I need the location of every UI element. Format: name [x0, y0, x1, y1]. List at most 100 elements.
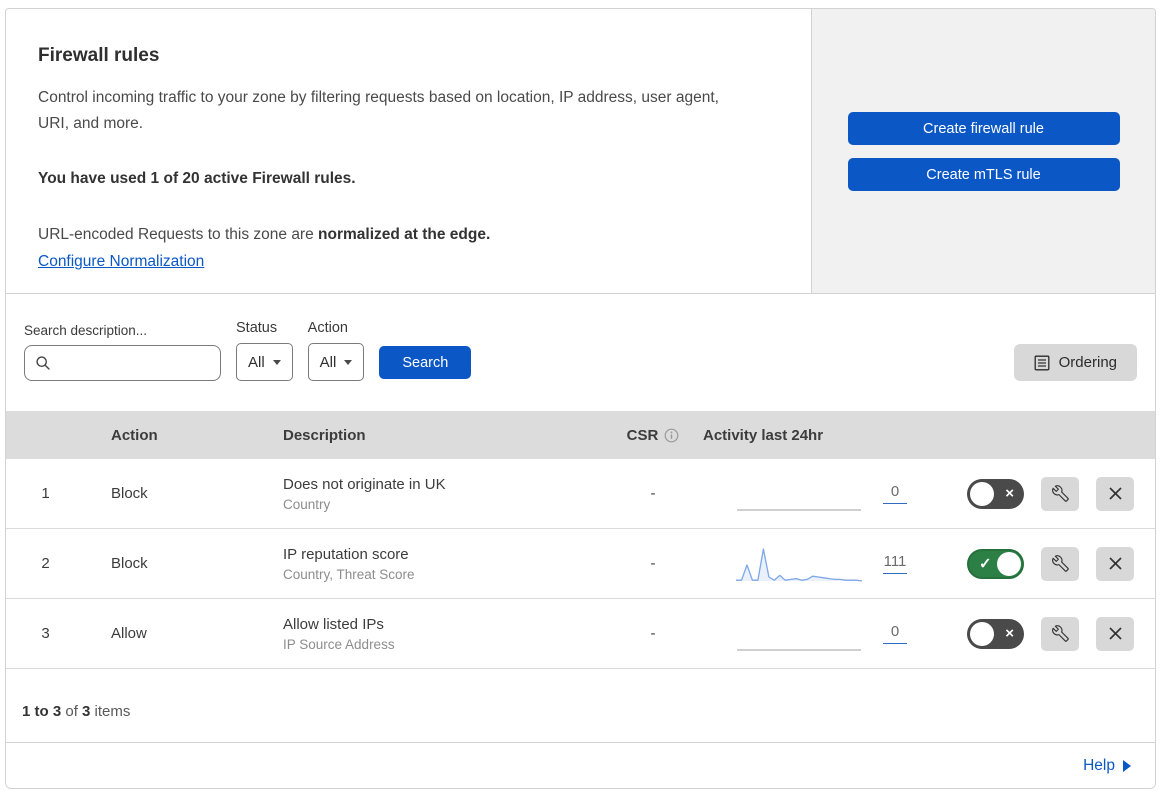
- edit-rule-button[interactable]: [1041, 476, 1079, 511]
- chevron-down-icon: [344, 359, 353, 365]
- rule-csr-value: -: [650, 555, 656, 572]
- rule-controls: ×: [943, 476, 1155, 511]
- status-filter-group: Status All: [236, 320, 293, 381]
- activity-sparkline: [735, 614, 863, 654]
- delete-rule-button[interactable]: [1096, 546, 1134, 581]
- items-total: 3: [82, 703, 91, 720]
- create-mtls-rule-button[interactable]: Create mTLS rule: [847, 158, 1120, 191]
- help-link[interactable]: Help: [1083, 757, 1115, 775]
- normalization-bold: normalized at the edge.: [318, 226, 491, 244]
- ordering-button[interactable]: Ordering: [1013, 344, 1137, 381]
- rule-description: IP reputation score: [283, 545, 409, 563]
- toggle-knob: [997, 551, 1021, 576]
- table-row: 3 Allow Allow listed IPs IP Source Addre…: [6, 599, 1155, 669]
- cta-panel: Create firewall rule Create mTLS rule: [812, 9, 1155, 293]
- caret-right-icon: [1123, 759, 1131, 772]
- rule-enabled-toggle[interactable]: ×: [967, 618, 1024, 649]
- rule-action: Block: [111, 485, 148, 502]
- help-bar: Help: [6, 742, 1155, 788]
- rule-fields: IP Source Address: [283, 636, 395, 652]
- activity-column-header: Activity last 24hr: [703, 426, 824, 444]
- status-label: Status: [236, 320, 278, 336]
- delete-rule-button[interactable]: [1096, 616, 1134, 651]
- rule-controls: ×: [943, 616, 1155, 651]
- activity-count-link[interactable]: 111: [883, 553, 907, 574]
- rule-priority: 1: [41, 485, 50, 502]
- activity-sparkline: [735, 474, 863, 514]
- rule-description-cell: Allow listed IPs IP Source Address: [283, 616, 603, 652]
- rule-csr-value: -: [650, 485, 656, 502]
- intro-panel: Firewall rules Control incoming traffic …: [6, 9, 812, 293]
- intro-description: Control incoming traffic to your zone by…: [38, 89, 719, 133]
- delete-rule-button[interactable]: [1096, 476, 1134, 511]
- toggle-knob: [970, 621, 994, 646]
- toggle-state-icon: ✓: [979, 555, 992, 573]
- rule-priority: 3: [41, 625, 50, 642]
- chevron-down-icon: [272, 359, 281, 365]
- rule-priority: 2: [41, 555, 50, 572]
- edit-rule-button[interactable]: [1041, 546, 1079, 581]
- rule-activity-cell: 111: [703, 544, 943, 584]
- description-column-header: Description: [283, 426, 366, 444]
- configure-normalization-link[interactable]: Configure Normalization: [38, 253, 204, 270]
- status-select[interactable]: All: [236, 343, 293, 381]
- items-range: 1 to 3: [22, 703, 62, 720]
- of-text: of: [61, 703, 83, 720]
- ordering-button-label: Ordering: [1058, 354, 1117, 371]
- rule-action: Block: [111, 555, 148, 572]
- filter-bar: Search description... Status All Action …: [6, 294, 1155, 411]
- rule-fields: Country, Threat Score: [283, 566, 415, 582]
- toggle-knob: [970, 481, 994, 506]
- wrench-icon: [1051, 555, 1069, 572]
- normalization-note: URL-encoded Requests to this zone are no…: [38, 222, 750, 248]
- rule-description: Allow listed IPs: [283, 615, 384, 633]
- wrench-icon: [1051, 625, 1069, 642]
- search-button[interactable]: Search: [379, 346, 472, 379]
- activity-count-link[interactable]: 0: [883, 623, 907, 644]
- csr-column-header: CSR: [603, 427, 703, 444]
- close-icon: [1108, 556, 1123, 571]
- action-label: Action: [307, 320, 348, 336]
- usage-summary: You have used 1 of 20 active Firewall ru…: [38, 169, 356, 187]
- rule-description-cell: IP reputation score Country, Threat Scor…: [283, 546, 603, 582]
- rule-description-cell: Does not originate in UK Country: [283, 476, 603, 512]
- close-icon: [1108, 486, 1123, 501]
- edit-rule-button[interactable]: [1041, 616, 1079, 651]
- search-label: Search description...: [24, 323, 148, 338]
- header-section: Firewall rules Control incoming traffic …: [6, 9, 1155, 294]
- toggle-state-icon: ×: [1005, 484, 1014, 502]
- action-filter-group: Action All: [307, 320, 365, 381]
- table-row: 1 Block Does not originate in UK Country…: [6, 459, 1155, 529]
- action-select[interactable]: All: [307, 343, 365, 381]
- action-column-header: Action: [111, 426, 158, 444]
- search-input[interactable]: [57, 354, 210, 372]
- rule-action: Allow: [111, 625, 147, 642]
- rule-controls: ✓: [943, 546, 1155, 581]
- close-icon: [1108, 626, 1123, 641]
- wrench-icon: [1051, 485, 1069, 502]
- normalization-prefix: URL-encoded Requests to this zone are: [38, 226, 319, 244]
- search-group: Search description...: [24, 323, 221, 381]
- rule-activity-cell: 0: [703, 614, 943, 654]
- table-row: 2 Block IP reputation score Country, Thr…: [6, 529, 1155, 599]
- rule-enabled-toggle[interactable]: ✓: [967, 548, 1024, 579]
- ordering-list-icon: [1034, 355, 1050, 371]
- search-input-wrapper: [24, 345, 221, 381]
- pagination-summary: 1 to 3 of 3 items: [6, 669, 1155, 742]
- items-text: items: [90, 703, 131, 720]
- firewall-rules-card: Firewall rules Control incoming traffic …: [5, 8, 1156, 789]
- rule-csr-value: -: [650, 625, 656, 642]
- activity-count-link[interactable]: 0: [883, 483, 907, 504]
- search-icon: [35, 355, 51, 371]
- csr-header-label: CSR: [626, 426, 659, 444]
- status-selected-value: All: [248, 353, 265, 371]
- create-firewall-rule-button[interactable]: Create firewall rule: [847, 112, 1120, 145]
- table-header: Action Description CSR Activity last 24h…: [6, 411, 1155, 459]
- action-selected-value: All: [319, 353, 337, 371]
- info-icon[interactable]: [664, 428, 679, 443]
- rule-enabled-toggle[interactable]: ×: [967, 478, 1024, 509]
- toggle-state-icon: ×: [1005, 624, 1014, 642]
- page-title: Firewall rules: [38, 45, 160, 66]
- rule-activity-cell: 0: [703, 474, 943, 514]
- rule-description: Does not originate in UK: [283, 475, 446, 493]
